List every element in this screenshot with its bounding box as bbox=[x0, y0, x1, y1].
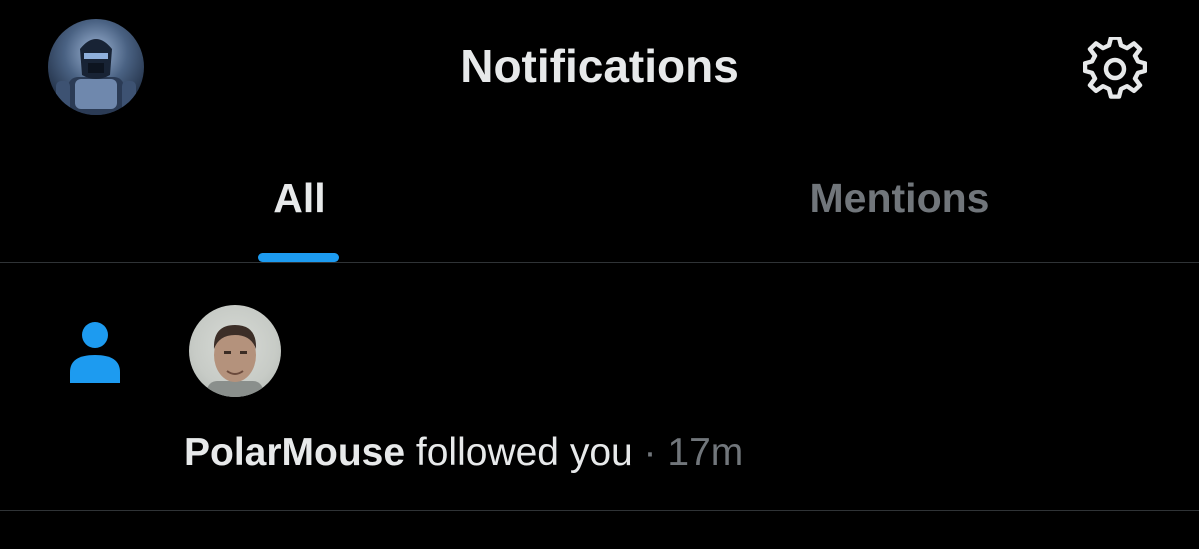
tab-all-label: All bbox=[273, 175, 326, 221]
page-title: Notifications bbox=[460, 40, 739, 92]
tab-mentions[interactable]: Mentions bbox=[600, 135, 1199, 262]
notification-separator: · bbox=[643, 431, 657, 474]
active-tab-indicator bbox=[258, 253, 339, 262]
person-icon bbox=[70, 322, 120, 383]
tab-all[interactable]: All bbox=[0, 135, 599, 262]
top-bar: Notifications bbox=[0, 0, 1199, 135]
settings-button[interactable] bbox=[1079, 33, 1151, 105]
notification-time: 17m bbox=[656, 431, 744, 474]
notification-username[interactable]: PolarMouse bbox=[184, 431, 405, 474]
tab-bar: All Mentions bbox=[0, 135, 1199, 262]
follower-avatar-icon bbox=[207, 325, 263, 397]
notification-text: PolarMouse followed you · 17m bbox=[184, 430, 743, 476]
notification-item[interactable]: PolarMouse followed you · 17m bbox=[0, 263, 1199, 510]
gear-icon bbox=[1083, 37, 1147, 99]
follower-avatar[interactable] bbox=[189, 305, 281, 397]
notification-action: followed you bbox=[405, 431, 644, 474]
tab-mentions-label: Mentions bbox=[809, 175, 990, 221]
row-divider bbox=[0, 510, 1199, 511]
